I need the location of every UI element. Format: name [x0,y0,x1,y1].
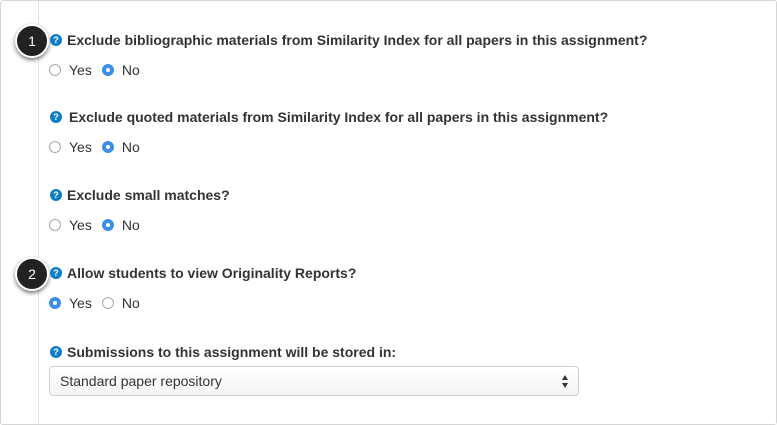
step-callout-1: 1 [15,24,49,58]
radio-label: Yes [69,295,92,311]
select-updown-arrows-icon [562,375,570,389]
question-label: Allow students to view Originality Repor… [67,265,357,281]
radio-option-yes[interactable]: Yes [49,62,92,78]
question-exclude-quoted: ? Exclude quoted materials from Similari… [50,109,608,125]
radio-option-no[interactable]: No [101,139,140,155]
radio-label: Yes [69,62,92,78]
question-label: Exclude quoted materials from Similarity… [69,109,609,125]
radio-label: No [121,139,140,155]
radio-button-selected[interactable] [101,141,114,153]
help-icon[interactable]: ? [50,346,62,358]
radio-group-exclude-quoted: Yes No [49,139,150,155]
radio-label: No [121,295,140,311]
question-exclude-small-matches: ? Exclude small matches? [50,187,230,203]
help-icon[interactable]: ? [50,111,62,123]
radio-group-exclude-small-matches: Yes No [49,217,150,233]
radio-button[interactable] [49,141,61,153]
radio-label: No [121,62,140,78]
question-submission-repository: ? Submissions to this assignment will be… [50,344,396,360]
radio-label: No [121,217,140,233]
radio-option-yes[interactable]: Yes [49,295,92,311]
left-divider [38,1,39,424]
radio-label: Yes [69,217,92,233]
radio-button[interactable] [49,64,61,76]
radio-option-yes[interactable]: Yes [49,217,92,233]
step-callout-2: 2 [15,257,49,291]
radio-group-view-originality-reports: Yes No [49,295,150,311]
question-exclude-bibliographic: ? Exclude bibliographic materials from S… [50,32,647,48]
radio-option-yes[interactable]: Yes [49,139,92,155]
radio-option-no[interactable]: No [101,217,140,233]
question-view-originality-reports: ? Allow students to view Originality Rep… [50,265,356,281]
radio-button-selected[interactable] [49,297,61,309]
radio-button[interactable] [49,219,61,231]
help-icon[interactable]: ? [50,267,62,279]
radio-button-selected[interactable] [101,64,114,76]
settings-panel: 1 ? Exclude bibliographic materials from… [0,0,777,425]
question-label: Exclude small matches? [67,187,230,203]
radio-group-exclude-bibliographic: Yes No [49,62,150,78]
repository-select-value: Standard paper repository [60,373,222,389]
radio-button[interactable] [101,297,114,309]
radio-option-no[interactable]: No [101,295,140,311]
radio-option-no[interactable]: No [101,62,140,78]
help-icon[interactable]: ? [50,34,62,46]
radio-label: Yes [69,139,92,155]
question-label: Exclude bibliographic materials from Sim… [67,32,648,48]
repository-select[interactable]: Standard paper repository [49,366,579,396]
question-label: Submissions to this assignment will be s… [67,344,397,360]
help-icon[interactable]: ? [50,189,62,201]
radio-button-selected[interactable] [101,219,114,231]
